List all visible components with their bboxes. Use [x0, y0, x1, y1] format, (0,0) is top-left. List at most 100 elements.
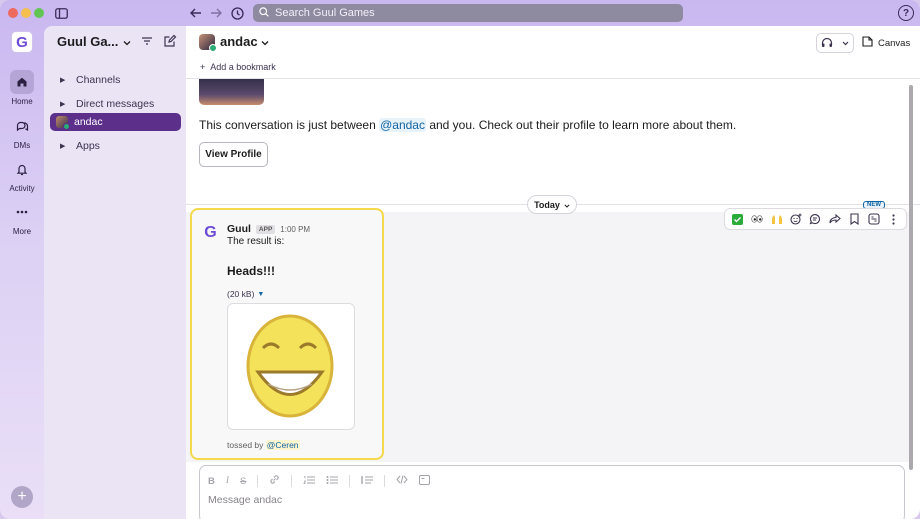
coin-image[interactable] — [227, 303, 355, 430]
add-reaction-icon[interactable] — [788, 211, 804, 227]
app-badge: APP — [255, 224, 276, 234]
sidebar-section-apps[interactable]: ▶ Apps — [50, 137, 181, 155]
scrollbar[interactable] — [909, 85, 913, 470]
add-bookmark-label: Add a bookmark — [210, 62, 276, 72]
canvas-button[interactable]: Canvas — [862, 33, 910, 53]
intro-text: and you. Check out their profile to lear… — [425, 118, 737, 132]
view-profile-button[interactable]: View Profile — [199, 142, 268, 167]
raised-hands-reaction-icon[interactable] — [769, 211, 785, 227]
workspace-rail: G Home DMs Activity More + — [0, 26, 44, 519]
rail-label-activity: Activity — [9, 184, 35, 193]
smiley-coin-icon — [246, 314, 334, 418]
eyes-reaction-icon[interactable] — [749, 211, 765, 227]
strikethrough-icon[interactable]: S — [240, 476, 246, 487]
rail-item-dms[interactable]: DMs — [0, 114, 44, 150]
app-window: ? G Home DMs Activity More — [0, 0, 920, 519]
workspace-name-button[interactable]: Guul Ga... — [57, 34, 131, 49]
sidebar-section-label: Apps — [76, 140, 100, 152]
compose-icon[interactable] — [163, 34, 177, 48]
message-timestamp[interactable]: 1:00 PM — [280, 225, 310, 234]
user-mention[interactable]: @andac — [379, 118, 426, 132]
help-icon[interactable]: ? — [898, 5, 914, 21]
conversation-intro: This conversation is just between @andac… — [199, 118, 736, 132]
add-bookmark-button[interactable]: + Add a bookmark — [200, 62, 276, 72]
plus-icon: + — [200, 62, 206, 72]
intro-text: This conversation is just between — [199, 118, 380, 132]
sidebar-section-direct-messages[interactable]: ▶ Direct messages — [50, 95, 181, 113]
sidebar-section-label: Channels — [76, 74, 121, 86]
bot-avatar[interactable]: G — [202, 224, 219, 241]
filter-icon[interactable] — [140, 34, 154, 48]
profile-photo[interactable] — [199, 79, 264, 105]
sidebar: Guul Ga... ▶ Channels ▶ Direct messages … — [44, 26, 186, 519]
rail-label-more: More — [12, 227, 32, 236]
forward-icon[interactable] — [827, 211, 843, 227]
forward-arrow-icon[interactable] — [207, 4, 225, 22]
dms-icon — [10, 114, 34, 138]
conversation-pane: andac Canvas + Add a bookmark This conve… — [186, 26, 920, 519]
check-reaction-icon[interactable] — [730, 211, 746, 227]
message-composer: B I S — [199, 465, 905, 519]
message-input[interactable] — [208, 494, 888, 506]
close-window-button[interactable] — [8, 8, 18, 18]
code-icon[interactable] — [396, 475, 409, 487]
canvas-icon — [862, 36, 873, 50]
sender-name[interactable]: Guul — [227, 223, 251, 235]
workspace-name: Guul Ga... — [57, 34, 119, 49]
caret-right-icon: ▶ — [60, 143, 66, 150]
chevron-down-icon — [261, 34, 269, 49]
canvas-label: Canvas — [878, 37, 911, 49]
rail-item-more[interactable]: More — [0, 200, 44, 236]
tossed-by-prefix: tossed by — [227, 440, 266, 450]
workspace-logo[interactable]: G — [11, 31, 33, 53]
message-text: The result is: — [227, 236, 285, 247]
title-bar: ? — [0, 0, 920, 26]
workflow-icon[interactable] — [866, 211, 882, 227]
bell-icon — [10, 157, 34, 181]
file-size: (20 kB) — [227, 289, 255, 299]
rail-item-activity[interactable]: Activity — [0, 157, 44, 193]
ordered-list-icon[interactable] — [303, 475, 316, 488]
channel-name: andac — [220, 34, 258, 49]
search-icon — [259, 6, 269, 20]
more-icon — [10, 200, 34, 224]
message-header: Guul APP 1:00 PM — [227, 223, 310, 235]
channel-name-button[interactable]: andac — [220, 34, 269, 49]
caret-down-icon: ▼ — [257, 290, 265, 298]
chevron-down-icon[interactable] — [842, 38, 849, 48]
history-clock-icon[interactable] — [228, 4, 246, 22]
minimize-window-button[interactable] — [21, 8, 31, 18]
bold-icon[interactable]: B — [208, 476, 215, 487]
more-actions-icon[interactable] — [885, 211, 901, 227]
sidebar-item-andac[interactable]: andac — [50, 113, 181, 131]
rail-item-home[interactable]: Home — [0, 70, 44, 106]
italic-icon[interactable]: I — [226, 476, 229, 486]
user-mention[interactable]: @Ceren — [265, 440, 300, 450]
sidebar-toggle-icon[interactable] — [52, 4, 70, 22]
bookmark-icon[interactable] — [846, 211, 862, 227]
home-icon — [10, 70, 34, 94]
add-workspace-button[interactable]: + — [11, 486, 33, 508]
search-bar[interactable] — [253, 4, 683, 22]
sidebar-section-channels[interactable]: ▶ Channels — [50, 71, 181, 89]
sidebar-section-label: Direct messages — [76, 98, 155, 110]
day-label: Today — [534, 199, 560, 210]
reply-thread-icon[interactable] — [807, 211, 823, 227]
message-actions-bar — [724, 208, 907, 230]
search-input[interactable] — [275, 7, 655, 19]
link-icon[interactable] — [269, 474, 280, 488]
bulleted-list-icon[interactable] — [326, 475, 339, 488]
channel-header: andac Canvas — [186, 26, 920, 60]
sidebar-item-label: andac — [74, 116, 103, 128]
attachment-toggle[interactable]: (20 kB) ▼ — [227, 289, 264, 299]
zoom-window-button[interactable] — [34, 8, 44, 18]
avatar — [56, 116, 70, 130]
huddle-button[interactable] — [816, 33, 854, 53]
chevron-down-icon — [123, 34, 131, 49]
coin-result: Heads!!! — [227, 264, 276, 278]
code-block-icon[interactable] — [419, 474, 431, 488]
rail-label-home: Home — [11, 97, 33, 106]
blockquote-icon[interactable] — [361, 475, 374, 488]
today-jump-button[interactable]: Today — [527, 195, 577, 214]
back-arrow-icon[interactable] — [187, 4, 205, 22]
